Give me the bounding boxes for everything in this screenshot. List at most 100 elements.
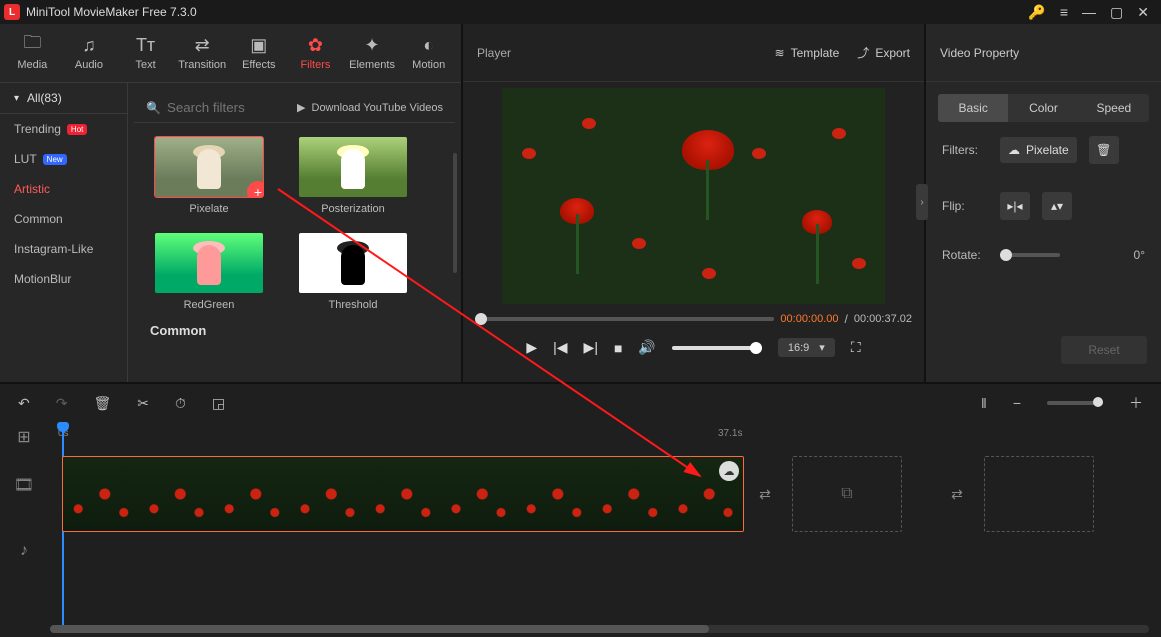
filter-cat-artistic[interactable]: Artistic: [0, 174, 127, 204]
property-tabs: Basic Color Speed: [938, 94, 1149, 122]
flip-vertical-button[interactable]: ▴▾: [1042, 192, 1072, 220]
aspect-dropdown[interactable]: 16:9▾: [778, 338, 835, 357]
property-heading: Video Property: [940, 46, 1019, 60]
ruler-tick-mark: 37.1s: [718, 428, 742, 439]
search-filters-input[interactable]: [167, 100, 287, 115]
collapse-panel-icon[interactable]: ›: [916, 184, 928, 220]
delete-icon[interactable]: 🗑: [93, 395, 111, 412]
timeline-ruler[interactable]: 0s 37.1s: [48, 422, 1143, 452]
filter-categories: ▾All(83) TrendingHot LUTNew Artistic Com…: [0, 83, 128, 382]
zoom-slider[interactable]: [1047, 401, 1103, 405]
tab-transition[interactable]: ⇄Transition: [176, 35, 229, 71]
rotate-slider[interactable]: [1000, 253, 1060, 257]
close-icon[interactable]: ✕: [1137, 4, 1149, 21]
motion-icon: ◐: [423, 35, 434, 55]
reset-button[interactable]: Reset: [1061, 336, 1147, 364]
maximize-icon[interactable]: ▢: [1110, 4, 1123, 21]
rotate-label: Rotate:: [942, 248, 988, 262]
tab-filters[interactable]: ✿Filters: [289, 35, 342, 71]
video-track-icon: 🎞: [0, 452, 48, 518]
filter-cat-common[interactable]: Common: [0, 204, 127, 234]
seek-bar[interactable]: [475, 317, 774, 321]
tab-elements[interactable]: ✦Elements: [346, 35, 399, 71]
video-preview[interactable]: [502, 88, 885, 304]
volume-slider[interactable]: [672, 346, 762, 350]
filter-chip-icon: ☁: [1008, 143, 1020, 157]
filter-cat-all[interactable]: ▾All(83): [0, 83, 127, 114]
add-filter-icon[interactable]: +: [247, 181, 263, 197]
property-column: › Video Property Basic Color Speed Filte…: [926, 24, 1161, 382]
timeline: ↶ ↷ 🗑 ✂ ⏱ ◲ ‖ − ＋ ⊞ 🎞 ♪ 0s 37.1s ☁: [0, 382, 1161, 637]
play-icon[interactable]: ▶: [526, 339, 537, 356]
title-bar: L MiniTool MovieMaker Free 7.3.0 🔑 ≡ — ▢…: [0, 0, 1161, 24]
filter-item-redgreen[interactable]: RedGreen: [154, 233, 264, 311]
zoom-out-icon[interactable]: −: [1013, 395, 1021, 411]
delete-filter-button[interactable]: 🗑: [1089, 136, 1119, 164]
redo-icon[interactable]: ↷: [56, 395, 68, 412]
filter-cat-instagram[interactable]: Instagram-Like: [0, 234, 127, 264]
next-frame-icon[interactable]: ▶|: [584, 339, 598, 356]
tab-speed[interactable]: Speed: [1079, 94, 1149, 122]
transition-slot-2[interactable]: ⇄: [942, 456, 972, 532]
transition-slot[interactable]: ⇄: [750, 456, 780, 532]
template-icon: ≋: [775, 46, 785, 60]
split-icon[interactable]: ✂: [137, 395, 149, 412]
filter-cat-trending[interactable]: TrendingHot: [0, 114, 127, 144]
video-track[interactable]: ☁ ⇄ ⧉ ⇄: [48, 452, 1143, 536]
filter-cat-lut[interactable]: LUTNew: [0, 144, 127, 174]
zoom-in-icon[interactable]: ＋: [1129, 393, 1143, 413]
volume-icon[interactable]: 🔊: [638, 339, 655, 356]
trash-icon: 🗑: [1096, 143, 1111, 157]
tab-effects[interactable]: ▣Effects: [233, 35, 286, 71]
dropzone-1[interactable]: ⧉: [792, 456, 902, 532]
rotate-value: 0°: [1134, 248, 1145, 262]
elements-icon: ✦: [365, 35, 380, 55]
export-icon: ⤴: [857, 44, 869, 61]
tab-motion[interactable]: ◐Motion: [402, 35, 455, 71]
filter-item-threshold[interactable]: Threshold: [298, 233, 408, 311]
fit-icon[interactable]: ‖: [981, 395, 987, 411]
clip-filter-badge-icon[interactable]: ☁: [719, 461, 739, 481]
filter-item-posterization[interactable]: Posterization: [298, 137, 408, 215]
app-title: MiniTool MovieMaker Free 7.3.0: [26, 5, 197, 19]
timeline-toolbar: ↶ ↷ 🗑 ✂ ⏱ ◲ ‖ − ＋: [0, 384, 1161, 422]
download-youtube-link[interactable]: ▶Download YouTube Videos: [297, 101, 443, 114]
add-track-button[interactable]: ⊞: [0, 422, 48, 452]
audio-track[interactable]: [48, 536, 1143, 592]
search-icon: 🔍: [146, 101, 161, 115]
export-button[interactable]: ⤴Export: [857, 44, 910, 61]
applied-filter-chip[interactable]: ☁Pixelate: [1000, 137, 1077, 163]
crop-icon[interactable]: ◲: [212, 395, 225, 412]
time-total: 00:00:37.02: [854, 313, 912, 325]
menu-icon[interactable]: ≡: [1060, 4, 1068, 20]
tab-text[interactable]: TᴛText: [119, 35, 172, 71]
template-button[interactable]: ≋Template: [775, 46, 840, 60]
stop-icon[interactable]: ■: [614, 340, 622, 356]
tab-basic[interactable]: Basic: [938, 94, 1008, 122]
prev-frame-icon[interactable]: |◀: [553, 339, 567, 356]
timeline-scrollbar[interactable]: [50, 625, 1149, 633]
key-icon[interactable]: 🔑: [1028, 4, 1045, 21]
audio-track-icon: ♪: [0, 518, 48, 584]
tab-media[interactable]: 🗀Media: [6, 35, 59, 71]
filter-section-common: Common: [134, 311, 455, 344]
minimize-icon[interactable]: —: [1082, 4, 1096, 20]
flip-label: Flip:: [942, 199, 988, 213]
undo-icon[interactable]: ↶: [18, 395, 30, 412]
tab-audio[interactable]: ♫Audio: [63, 35, 116, 71]
youtube-icon: ▶: [297, 101, 305, 114]
time-current: 00:00:00.00: [780, 313, 838, 325]
tab-color[interactable]: Color: [1008, 94, 1078, 122]
dropzone-2[interactable]: [984, 456, 1094, 532]
folder-icon: 🗀: [23, 35, 41, 55]
filters-column: 🗀Media ♫Audio TᴛText ⇄Transition ▣Effect…: [0, 24, 463, 382]
filters-icon: ✿: [308, 35, 323, 55]
flip-horizontal-button[interactable]: ▸|◂: [1000, 192, 1030, 220]
fullscreen-icon[interactable]: ⛶: [851, 339, 861, 356]
video-clip[interactable]: ☁: [62, 456, 744, 532]
filters-scrollbar[interactable]: [453, 153, 457, 273]
effects-icon: ▣: [250, 35, 267, 55]
filter-cat-motionblur[interactable]: MotionBlur: [0, 264, 127, 294]
filter-item-pixelate[interactable]: + Pixelate: [154, 137, 264, 215]
speed-icon[interactable]: ⏱: [175, 395, 186, 412]
